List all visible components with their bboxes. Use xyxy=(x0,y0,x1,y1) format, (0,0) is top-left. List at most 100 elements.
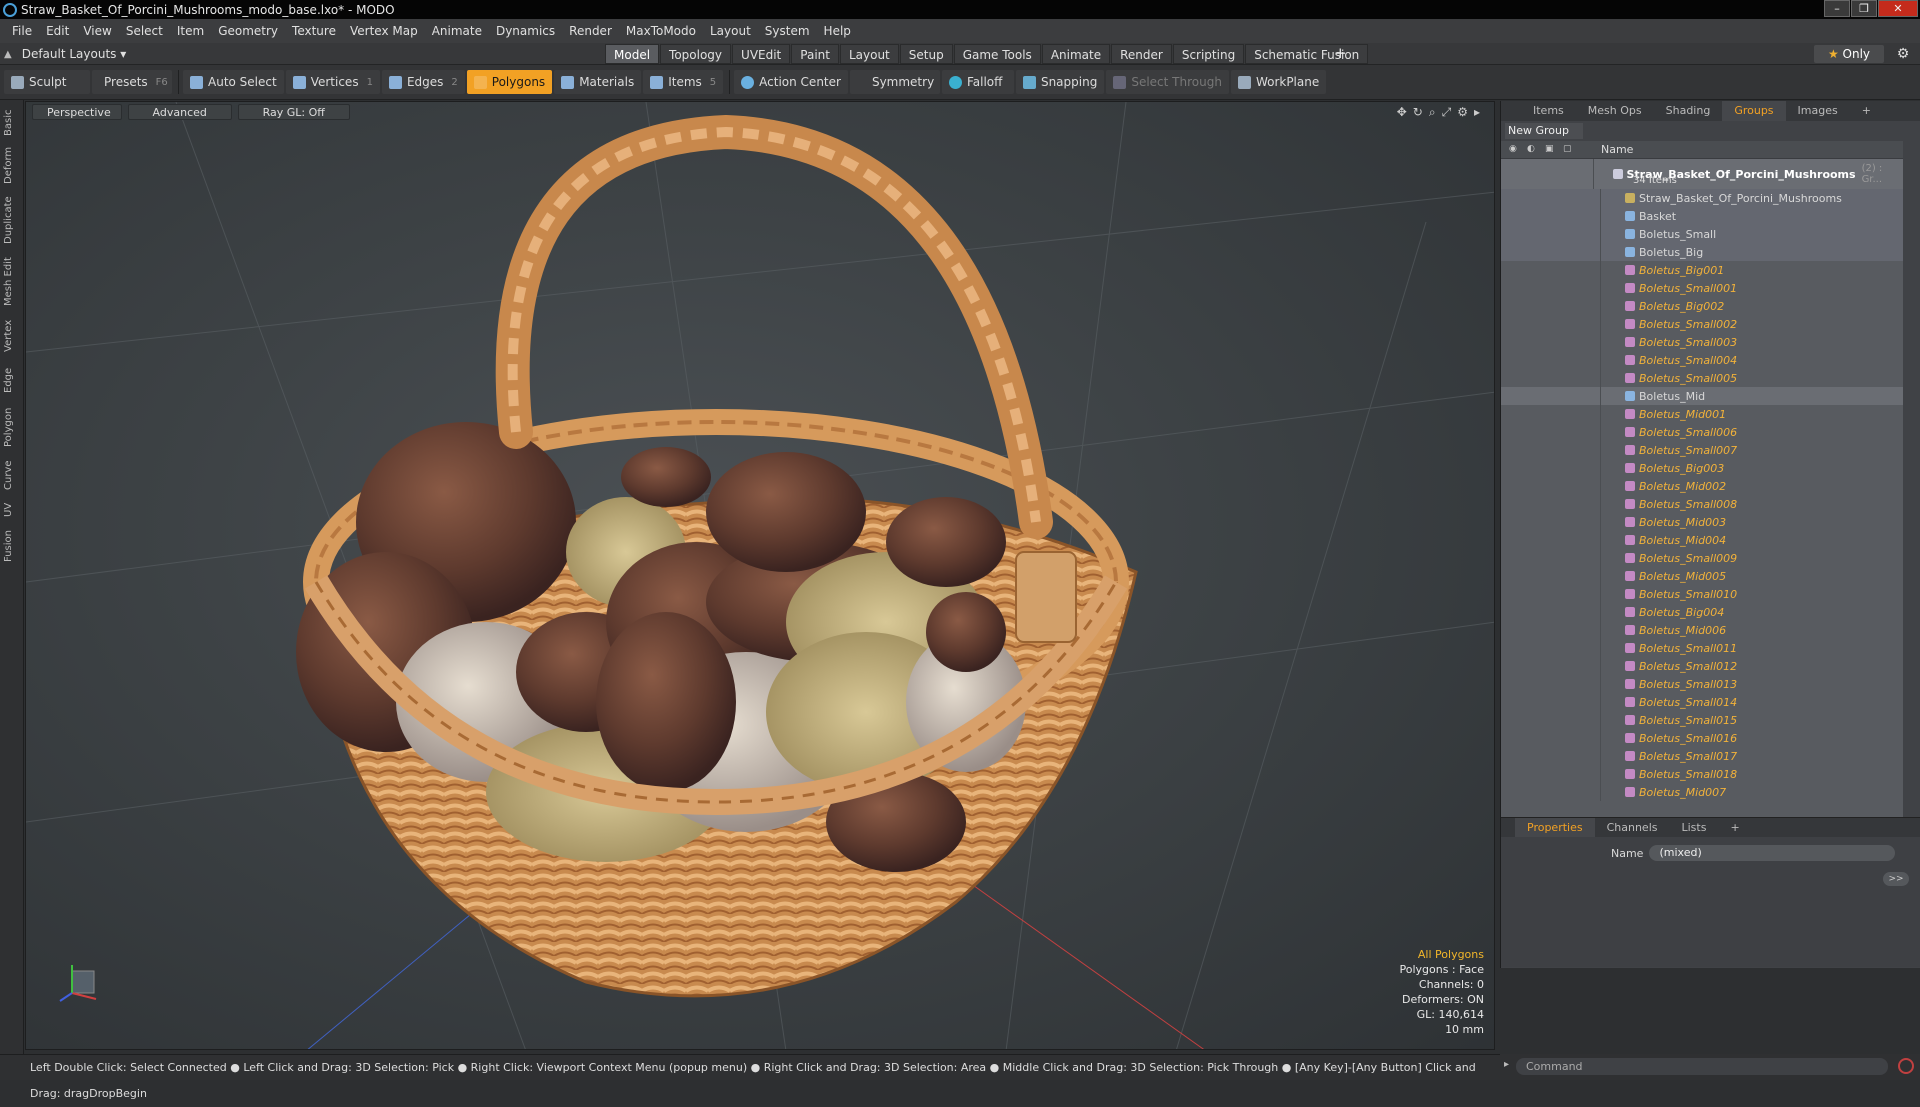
props-tab-properties[interactable]: Properties xyxy=(1515,818,1595,837)
tree-item-row[interactable]: Boletus_Mid xyxy=(1501,387,1903,405)
tree-item-row[interactable]: Straw_Basket_Of_Porcini_Mushrooms xyxy=(1501,189,1903,207)
viewport-settings-icon[interactable]: ⚙ xyxy=(1457,105,1468,120)
tree-item-row[interactable]: Boletus_Small013 xyxy=(1501,675,1903,693)
menu-animate[interactable]: Animate xyxy=(425,19,489,43)
tree-item-row[interactable]: Boletus_Small001 xyxy=(1501,279,1903,297)
tree-item-row[interactable]: Boletus_Mid007 xyxy=(1501,783,1903,801)
record-icon[interactable] xyxy=(1898,1058,1914,1074)
tab-layout[interactable]: Layout xyxy=(839,44,899,64)
snapping-button[interactable]: Snapping xyxy=(1015,70,1105,94)
panel-tab-images[interactable]: Images xyxy=(1786,101,1850,121)
items-button[interactable]: Items 5 xyxy=(643,70,724,94)
left-tab-curve[interactable]: Curve xyxy=(3,456,21,494)
tree-item-row[interactable]: Boletus_Small005 xyxy=(1501,369,1903,387)
close-button[interactable]: ✕ xyxy=(1878,0,1918,17)
tab-schematic-fusion[interactable]: Schematic Fusion xyxy=(1245,44,1369,64)
tab-setup[interactable]: Setup xyxy=(899,44,953,64)
zoom-icon[interactable]: ⌕ xyxy=(1429,105,1436,120)
tab-animate[interactable]: Animate xyxy=(1041,44,1111,64)
menu-file[interactable]: File xyxy=(5,19,39,43)
only-toggle[interactable]: ★ Only xyxy=(1814,45,1884,63)
select-icon[interactable]: ▢ xyxy=(1563,144,1577,156)
name-column-header[interactable]: Name xyxy=(1601,143,1633,156)
tree-item-row[interactable]: Boletus_Small002 xyxy=(1501,315,1903,333)
tree-item-row[interactable]: Boletus_Small011 xyxy=(1501,639,1903,657)
tree-item-row[interactable]: Boletus_Small012 xyxy=(1501,657,1903,675)
action-center-button[interactable]: Action Center xyxy=(734,70,848,94)
gear-icon[interactable]: ⚙ xyxy=(1894,45,1912,63)
tree-item-row[interactable]: Boletus_Big004 xyxy=(1501,603,1903,621)
add-props-tab-icon[interactable]: + xyxy=(1718,818,1751,837)
tree-item-row[interactable]: Boletus_Small008 xyxy=(1501,495,1903,513)
auto-select-button[interactable]: Auto Select xyxy=(183,70,284,94)
menu-system[interactable]: System xyxy=(758,19,817,43)
props-tab-lists[interactable]: Lists xyxy=(1670,818,1719,837)
perspective-dropdown[interactable]: Perspective xyxy=(32,104,122,120)
select-through-button[interactable]: Select Through xyxy=(1106,70,1229,94)
tree-item-row[interactable]: Boletus_Small003 xyxy=(1501,333,1903,351)
default-layouts-dropdown[interactable]: ▲ Default Layouts ▾ xyxy=(4,45,126,63)
tab-model[interactable]: Model xyxy=(605,44,660,64)
tree-item-row[interactable]: Boletus_Small007 xyxy=(1501,441,1903,459)
tree-item-row[interactable]: Boletus_Mid004 xyxy=(1501,531,1903,549)
menu-texture[interactable]: Texture xyxy=(285,19,343,43)
menu-select[interactable]: Select xyxy=(119,19,170,43)
raygl-toggle[interactable]: Ray GL: Off xyxy=(237,104,350,120)
left-tab-vertex[interactable]: Vertex xyxy=(3,314,21,358)
tab-render[interactable]: Render xyxy=(1111,44,1172,64)
left-tab-deform[interactable]: Deform xyxy=(3,144,21,186)
tree-item-row[interactable]: Boletus_Small017 xyxy=(1501,747,1903,765)
left-tab-uv[interactable]: UV xyxy=(3,498,21,522)
menu-maxtomodo[interactable]: MaxToModo xyxy=(619,19,703,43)
edges-button[interactable]: Edges 2 xyxy=(381,70,465,94)
menu-geometry[interactable]: Geometry xyxy=(211,19,285,43)
presets-button[interactable]: Presets F6 xyxy=(92,70,172,94)
tree-item-row[interactable]: Boletus_Small015 xyxy=(1501,711,1903,729)
more-properties-button[interactable]: >> xyxy=(1883,872,1909,886)
add-tab-icon[interactable]: + xyxy=(1334,44,1347,62)
tree-item-row[interactable]: Boletus_Small016 xyxy=(1501,729,1903,747)
tab-uvedit[interactable]: UVEdit xyxy=(732,44,791,64)
materials-button[interactable]: Materials xyxy=(554,70,642,94)
tree-item-row[interactable]: Boletus_Mid003 xyxy=(1501,513,1903,531)
menu-item[interactable]: Item xyxy=(170,19,211,43)
new-group-button[interactable]: New Group xyxy=(1505,123,1583,139)
expand-arrow-icon[interactable]: ▸ xyxy=(1474,105,1480,120)
name-property-field[interactable]: (mixed) xyxy=(1649,845,1896,861)
command-input[interactable]: Command xyxy=(1516,1058,1888,1075)
tree-item-row[interactable]: Basket xyxy=(1501,207,1903,225)
menu-render[interactable]: Render xyxy=(562,19,619,43)
panel-tab-items[interactable]: Items xyxy=(1521,101,1576,121)
left-tab-polygon[interactable]: Polygon xyxy=(3,402,21,452)
tab-paint[interactable]: Paint xyxy=(791,44,839,64)
tree-item-row[interactable]: Boletus_Small010 xyxy=(1501,585,1903,603)
tree-item-row[interactable]: Boletus_Mid005 xyxy=(1501,567,1903,585)
left-tab-duplicate[interactable]: Duplicate xyxy=(3,190,21,250)
maximize-button[interactable]: ❐ xyxy=(1851,0,1877,17)
add-panel-tab-icon[interactable]: + xyxy=(1850,101,1883,121)
tree-item-row[interactable]: Boletus_Big003 xyxy=(1501,459,1903,477)
tree-item-row[interactable]: Boletus_Big001 xyxy=(1501,261,1903,279)
tab-game-tools[interactable]: Game Tools xyxy=(953,44,1041,64)
tree-item-row[interactable]: Boletus_Small006 xyxy=(1501,423,1903,441)
tree-item-row[interactable]: Boletus_Big xyxy=(1501,243,1903,261)
panel-tab-shading[interactable]: Shading xyxy=(1654,101,1723,121)
menu-dynamics[interactable]: Dynamics xyxy=(489,19,562,43)
minimize-button[interactable]: – xyxy=(1824,0,1850,17)
sculpt-button[interactable]: Sculpt xyxy=(4,70,90,94)
left-tab-basic[interactable]: Basic xyxy=(3,106,21,140)
tree-item-row[interactable]: Boletus_Mid002 xyxy=(1501,477,1903,495)
tree-item-row[interactable]: Boletus_Small xyxy=(1501,225,1903,243)
symmetry-button[interactable]: Symmetry xyxy=(849,70,940,94)
advanced-dropdown[interactable]: Advanced xyxy=(127,104,232,120)
left-tab-fusion[interactable]: Fusion xyxy=(3,526,21,566)
workplane-button[interactable]: WorkPlane xyxy=(1230,70,1327,94)
tree-item-row[interactable]: Boletus_Big002 xyxy=(1501,297,1903,315)
tab-scripting[interactable]: Scripting xyxy=(1172,44,1245,64)
polygons-button[interactable]: Polygons xyxy=(466,70,553,94)
falloff-button[interactable]: Falloff xyxy=(941,70,1014,94)
menu-help[interactable]: Help xyxy=(817,19,858,43)
panel-tab-mesh-ops[interactable]: Mesh Ops xyxy=(1576,101,1654,121)
tree-item-row[interactable]: Boletus_Mid006 xyxy=(1501,621,1903,639)
tree-item-row[interactable]: Boletus_Small004 xyxy=(1501,351,1903,369)
